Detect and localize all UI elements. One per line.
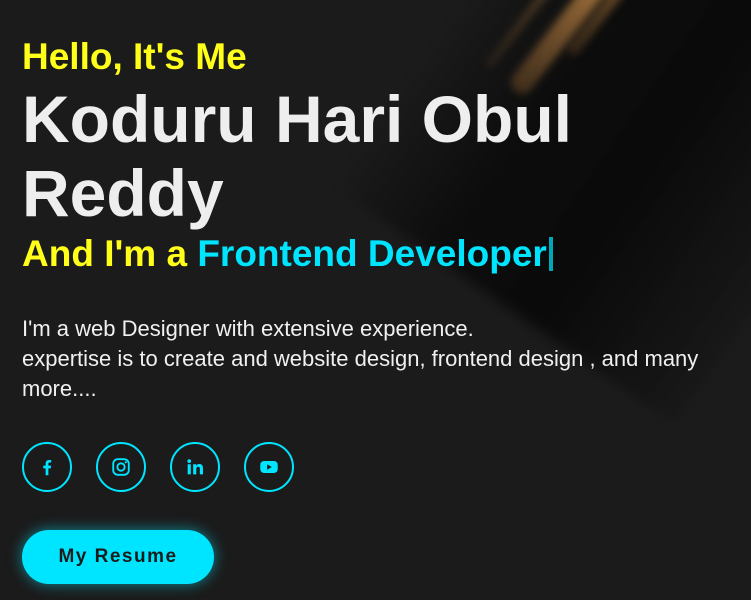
linkedin-link[interactable] [170,442,220,492]
bio-line: expertise is to create and website desig… [22,346,699,401]
role-typed-word: Frontend Developer [197,233,547,274]
youtube-icon [260,461,278,473]
hero-name: Koduru Hari Obul Reddy [22,82,572,230]
instagram-icon [112,458,130,476]
facebook-icon [43,459,52,476]
resume-button[interactable]: My Resume [22,530,214,584]
facebook-link[interactable] [22,442,72,492]
role-line: And I'm a Frontend Developer [22,232,737,276]
social-links [22,442,737,492]
typing-caret [548,237,553,271]
hero-content: Hello, It's Me Koduru Hari Obul Reddy An… [22,36,737,584]
linkedin-icon [187,459,203,475]
bio-paragraph: I'm a web Designer with extensive experi… [22,314,737,404]
instagram-link[interactable] [96,442,146,492]
role-prefix: And I'm a [22,233,188,274]
youtube-link[interactable] [244,442,294,492]
bio-line: I'm a web Designer with extensive experi… [22,316,474,341]
hero-section: Hello, It's Me Koduru Hari Obul Reddy An… [0,0,751,600]
greeting-text: Hello, It's Me [22,36,247,77]
